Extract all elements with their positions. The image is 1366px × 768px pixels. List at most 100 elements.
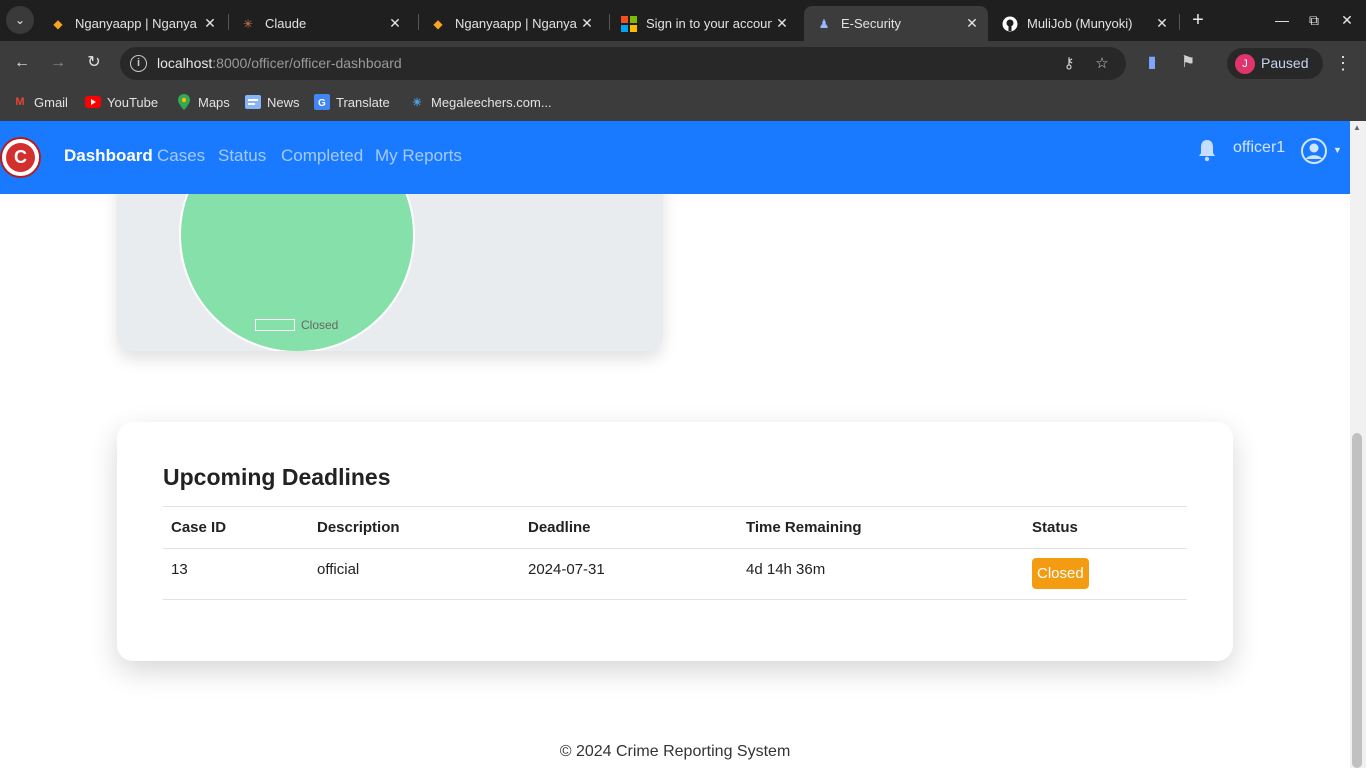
url-path: :8000/officer/officer-dashboard [212, 55, 402, 71]
bookmark-label: Megaleechers.com... [431, 94, 552, 110]
column-header-time-remaining: Time Remaining [738, 506, 1024, 549]
close-window-icon[interactable]: ✕ [1335, 8, 1359, 32]
nav-link-cases[interactable]: Cases [157, 146, 205, 166]
megaleechers-icon: ☀ [412, 96, 422, 109]
table-header-row: Case ID Description Deadline Time Remain… [163, 506, 1187, 549]
tab-nganyaapp-1[interactable]: ◆ Nganyaapp | Nganya ✕ [38, 6, 226, 41]
nganyaapp-favicon-icon: ◆ [53, 16, 63, 31]
browser-menu-icon[interactable]: ⋮ [1333, 52, 1353, 74]
cell-status: Closed [1024, 548, 1187, 600]
nganyaapp-favicon-icon: ◆ [433, 16, 443, 31]
password-key-icon[interactable]: ⚷ [1058, 53, 1080, 75]
tab-title: Nganyaapp | Nganya [75, 16, 197, 31]
extensions-puzzle-icon[interactable]: ⚑ [1177, 52, 1199, 74]
bookmark-label: Maps [198, 94, 230, 110]
cell-case-id: 13 [163, 548, 309, 600]
nav-link-status[interactable]: Status [218, 146, 266, 166]
bookmark-label: Translate [336, 94, 390, 110]
status-badge: Closed [1032, 558, 1089, 589]
tab-divider [1179, 14, 1180, 30]
bookmark-translate[interactable]: G Translate [314, 91, 390, 113]
reload-icon[interactable]: ↻ [82, 51, 106, 75]
back-arrow-icon[interactable]: ← [10, 51, 34, 75]
deadlines-table: Case ID Description Deadline Time Remain… [163, 506, 1187, 600]
tab-search-icon[interactable]: ⌄ [6, 6, 34, 34]
close-tab-icon[interactable]: ✕ [385, 15, 405, 32]
app-logo[interactable]: C [0, 137, 41, 178]
user-menu-caret-icon[interactable]: ▼ [1333, 145, 1342, 155]
upcoming-deadlines-card: Upcoming Deadlines Case ID Description D… [117, 422, 1233, 661]
news-icon [245, 94, 261, 110]
bookmark-news[interactable]: News [245, 91, 300, 113]
cell-time-remaining: 4d 14h 36m [738, 548, 1024, 600]
bookmarks-bar: M Gmail YouTube Maps News G Translate ☀ … [0, 86, 1366, 121]
address-bar[interactable]: i localhost:8000/officer/officer-dashboa… [120, 47, 1126, 80]
youtube-icon [85, 94, 101, 110]
column-header-case-id: Case ID [163, 506, 309, 549]
svg-text:G: G [318, 98, 326, 109]
page-footer: © 2024 Crime Reporting System [559, 743, 791, 760]
minimize-window-icon[interactable]: — [1270, 8, 1294, 32]
user-avatar-icon[interactable] [1300, 137, 1328, 165]
bookmark-megaleechers[interactable]: ☀ Megaleechers.com... [409, 91, 552, 113]
card-title: Upcoming Deadlines [163, 464, 391, 490]
close-tab-icon[interactable]: ✕ [1152, 15, 1172, 32]
browser-tab-bar: ⌄ ◆ Nganyaapp | Nganya ✕ ✳ Claude ✕ ◆ Ng… [0, 0, 1366, 41]
bookmark-star-icon[interactable]: ☆ [1091, 53, 1113, 75]
column-header-description: Description [309, 506, 520, 549]
new-tab-button[interactable]: + [1187, 8, 1209, 32]
column-header-status: Status [1024, 506, 1187, 549]
extension-doc-icon[interactable]: ▮ [1141, 52, 1163, 74]
site-info-icon[interactable]: i [130, 55, 147, 72]
tab-title: Sign in to your account [646, 16, 772, 31]
nav-link-dashboard[interactable]: Dashboard [64, 146, 153, 166]
restore-window-icon[interactable]: ⧉ [1302, 8, 1326, 32]
username-label[interactable]: officer1 [1233, 139, 1285, 157]
bookmark-maps[interactable]: Maps [176, 91, 230, 113]
maps-icon [176, 94, 192, 110]
tab-nganyaapp-2[interactable]: ◆ Nganyaapp | Nganya ✕ [418, 6, 603, 41]
bookmark-label: YouTube [107, 94, 159, 110]
translate-icon: G [314, 94, 330, 110]
scrollbar-thumb[interactable] [1352, 433, 1362, 768]
table-row: 13 official 2024-07-31 4d 14h 36m Closed [163, 548, 1187, 600]
app-navbar: C Dashboard Cases Status Completed My Re… [0, 121, 1350, 194]
tab-title: E-Security [841, 16, 901, 31]
profile-button[interactable]: J Paused [1227, 48, 1323, 79]
bookmark-label: News [267, 94, 300, 110]
tab-title: Nganyaapp | Nganya [455, 16, 577, 31]
close-tab-icon[interactable]: ✕ [962, 15, 982, 32]
close-tab-icon[interactable]: ✕ [577, 15, 597, 32]
nav-link-my-reports[interactable]: My Reports [375, 146, 462, 166]
close-tab-icon[interactable]: ✕ [772, 15, 792, 32]
profile-status: Paused [1261, 55, 1309, 71]
scroll-up-arrow-icon[interactable]: ▲ [1352, 123, 1362, 133]
notification-bell-icon[interactable] [1197, 138, 1217, 162]
chart-legend[interactable]: Closed [255, 318, 338, 332]
page-viewport: Closed C Dashboard Cases Status Complete… [0, 121, 1366, 768]
microsoft-favicon-icon [621, 15, 637, 32]
tab-title: Claude [265, 16, 307, 31]
legend-swatch-closed [255, 319, 295, 331]
url-host: localhost [157, 55, 213, 71]
tab-e-security[interactable]: ♟ E-Security ✕ [804, 6, 988, 41]
tab-mulijob[interactable]: MuliJob (Munyoki) ✕ [990, 6, 1178, 41]
tab-claude[interactable]: ✳ Claude ✕ [228, 6, 411, 41]
forward-arrow-icon[interactable]: → [46, 51, 70, 75]
column-header-deadline: Deadline [520, 506, 738, 549]
e-security-favicon-icon: ♟ [818, 16, 830, 31]
logo-letter: C [6, 143, 35, 172]
cell-description: official [309, 548, 520, 600]
page-scrollbar[interactable]: ▲ [1350, 121, 1366, 768]
close-tab-icon[interactable]: ✕ [200, 15, 220, 32]
tab-title: MuliJob (Munyoki) [1027, 16, 1133, 31]
bookmark-label: Gmail [34, 94, 68, 110]
bookmark-gmail[interactable]: M Gmail [12, 91, 68, 113]
nav-link-completed[interactable]: Completed [281, 146, 363, 166]
claude-favicon-icon: ✳ [242, 16, 254, 31]
bookmark-youtube[interactable]: YouTube [85, 91, 158, 113]
browser-toolbar: ← → ↻ i localhost:8000/officer/officer-d… [0, 41, 1366, 86]
url-text[interactable]: localhost:8000/officer/officer-dashboard [157, 55, 402, 71]
tab-microsoft-signin[interactable]: Sign in to your account ✕ [609, 6, 798, 41]
github-favicon-icon [1002, 16, 1018, 32]
